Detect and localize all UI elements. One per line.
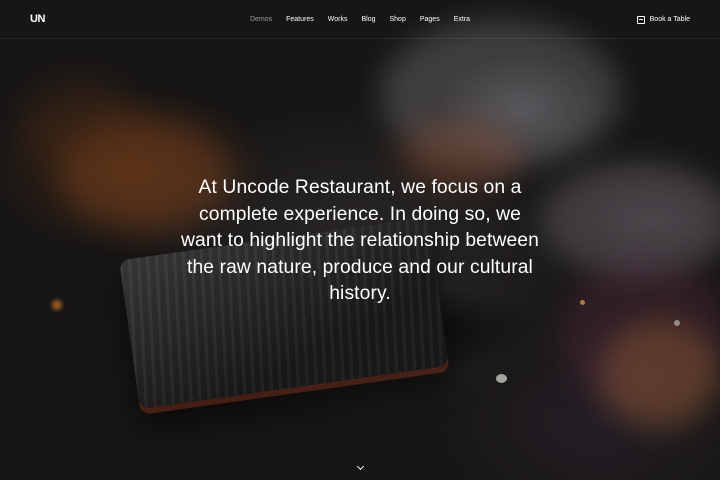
top-navigation-bar: UN Demos Features Works Blog Shop Pages … [0, 0, 720, 39]
nav-features[interactable]: Features [286, 16, 314, 23]
nav-blog[interactable]: Blog [361, 16, 375, 23]
scroll-down-button[interactable] [354, 462, 366, 473]
book-a-table-label: Book a Table [649, 16, 690, 23]
nav-shop[interactable]: Shop [389, 16, 405, 23]
nav-extra[interactable]: Extra [454, 16, 470, 23]
chevron-down-icon [356, 462, 364, 471]
book-a-table-button[interactable]: Book a Table [636, 0, 690, 39]
nav-works[interactable]: Works [328, 16, 348, 23]
nav-pages[interactable]: Pages [420, 16, 440, 23]
main-menu: Demos Features Works Blog Shop Pages Ext… [0, 0, 720, 39]
hero-headline: At Uncode Restaurant, we focus on a comp… [181, 177, 539, 304]
calendar-icon [636, 15, 645, 24]
nav-demos[interactable]: Demos [250, 16, 272, 23]
